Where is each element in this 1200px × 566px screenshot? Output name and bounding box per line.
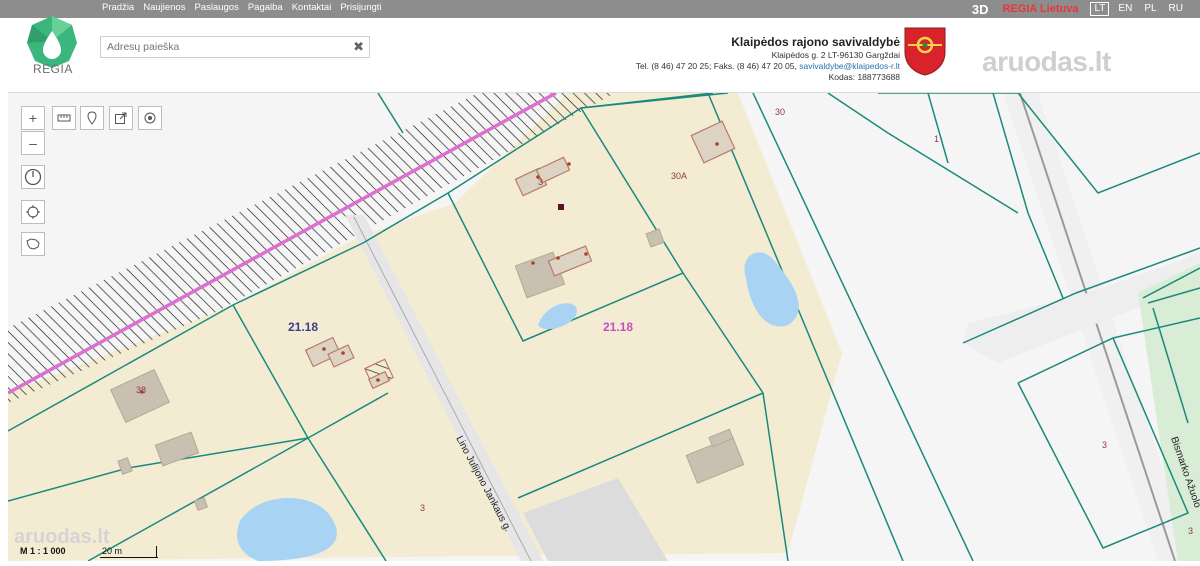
nav-login[interactable]: Prisijungti <box>340 2 381 13</box>
nav-help[interactable]: Pagalba <box>248 2 283 13</box>
lang-en[interactable]: EN <box>1115 3 1135 15</box>
top-bar: Pradžia Naujienos Paslaugos Pagalba Kont… <box>0 0 1200 18</box>
scale-bar-tick <box>156 546 157 558</box>
pin-icon <box>87 111 97 125</box>
country-extent-button[interactable] <box>21 232 45 256</box>
brand-link[interactable]: REGIA Lietuva <box>1002 3 1078 15</box>
lithuania-outline-icon <box>26 238 40 250</box>
nav-news[interactable]: Naujienos <box>143 2 185 13</box>
municipality-info: Klaipėdos rajono savivaldybė Klaipėdos g… <box>636 34 900 83</box>
zoom-out-button[interactable]: – <box>21 131 45 155</box>
label-30: 30 <box>775 107 785 117</box>
label-3b: 3 <box>420 503 425 513</box>
cadastral-map: 21.18 21.18 30 30A 1 3 3 3 3 38 Lino Jul… <box>8 93 1200 561</box>
lang-pl[interactable]: PL <box>1141 3 1159 15</box>
nav-services[interactable]: Paslaugos <box>194 2 238 13</box>
clear-icon[interactable]: ✖ <box>353 39 364 55</box>
zoom-in-button[interactable]: + <box>21 106 45 130</box>
crosshair-icon <box>26 205 40 219</box>
scale-bar <box>100 557 158 558</box>
nav-contacts[interactable]: Kontaktai <box>292 2 332 13</box>
locate-button[interactable] <box>138 106 162 130</box>
ruler-icon <box>57 114 71 122</box>
compass-button[interactable] <box>21 165 45 189</box>
municipality-address: Klaipėdos g. 2 LT-96130 Gargždai <box>771 50 900 60</box>
municipality-email[interactable]: savivaldybe@klaipedos-r.lt <box>799 61 900 71</box>
watermark-text: aruodas.lt <box>982 46 1111 77</box>
scale-bar-label: 20 m <box>102 546 123 556</box>
label-38: 38 <box>136 385 146 395</box>
main-nav: Pradžia Naujienos Paslaugos Pagalba Kont… <box>102 2 382 13</box>
label-3d: 3 <box>1188 526 1193 536</box>
label-30a: 30A <box>671 171 687 181</box>
municipality-name: Klaipėdos rajono savivaldybė <box>731 35 900 49</box>
label-3c: 3 <box>1102 440 1107 450</box>
address-search: ✖ <box>100 36 370 58</box>
plot-label-left: 21.18 <box>288 320 318 334</box>
coat-of-arms-icon <box>904 27 946 76</box>
logo-text: REGIA <box>33 62 73 76</box>
label-1: 1 <box>934 134 939 144</box>
share-icon <box>115 112 127 124</box>
gps-button[interactable] <box>21 200 45 224</box>
label-3a: 3 <box>538 177 543 187</box>
lang-ru[interactable]: RU <box>1166 3 1186 15</box>
municipality-code: Kodas: 188773688 <box>828 72 900 82</box>
municipality-phone: Tel. (8 46) 47 20 25; Faks. (8 46) 47 20… <box>635 61 797 71</box>
measure-button[interactable] <box>52 106 76 130</box>
export-button[interactable] <box>109 106 133 130</box>
target-icon <box>144 112 156 124</box>
plot-label-right: 21.18 <box>603 320 633 334</box>
mode-3d-button[interactable]: 3D <box>972 2 989 17</box>
map-area[interactable]: 21.18 21.18 30 30A 1 3 3 3 3 38 Lino Jul… <box>8 92 1200 561</box>
marker-button[interactable] <box>80 106 104 130</box>
point-marker <box>558 204 564 210</box>
search-input[interactable] <box>101 37 353 57</box>
lang-lt[interactable]: LT <box>1090 2 1110 16</box>
compass-icon <box>24 168 42 186</box>
scale-ratio: M 1 : 1 000 <box>20 546 66 556</box>
top-right: 3D REGIA Lietuva LT EN PL RU <box>972 0 1200 18</box>
nav-home[interactable]: Pradžia <box>102 2 134 13</box>
